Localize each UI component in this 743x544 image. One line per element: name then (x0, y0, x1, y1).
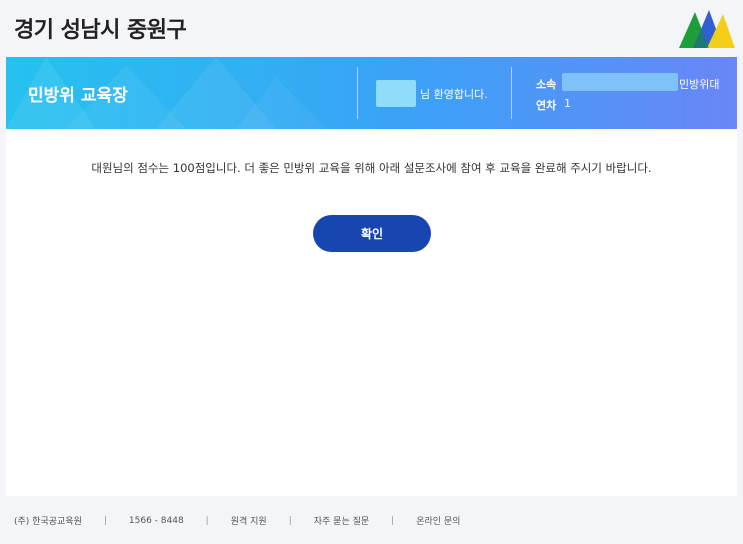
footer-separator: | (288, 515, 292, 526)
org-title: 경기 성남시 중원구 (14, 18, 187, 43)
main-content: 대원님의 점수는 100점입니다. 더 좋은 민방위 교육을 위해 아래 설문조… (6, 129, 737, 496)
affiliation-suffix: 민방위대 (679, 78, 720, 91)
online-inquiry-link[interactable]: 온라인 문의 (416, 514, 460, 527)
page: 경기 성남시 중원구 민방위 교육장 님 환영합니다. 소속 민방위대 연차 1… (0, 0, 743, 544)
welcome-banner: 민방위 교육장 님 환영합니다. 소속 민방위대 연차 1 (6, 57, 737, 129)
banner-divider (511, 67, 512, 119)
footer: (주) 한국공교육원 | 1566 - 8448 | 원격 지원 | 자주 묻는… (0, 496, 743, 544)
footer-separator: | (103, 515, 107, 526)
score-message: 대원님의 점수는 100점입니다. 더 좋은 민방위 교육을 위해 아래 설문조… (91, 161, 652, 175)
banner-title: 민방위 교육장 (28, 86, 128, 106)
year-value: 1 (564, 97, 571, 110)
remote-support-link[interactable]: 원격 지원 (231, 514, 267, 527)
footer-separator: | (391, 515, 395, 526)
logo-icon (679, 10, 735, 48)
footer-company: (주) 한국공교육원 (14, 517, 82, 527)
footer-links: (주) 한국공교육원 | 1566 - 8448 | 원격 지원 | 자주 묻는… (14, 514, 460, 528)
banner-divider (357, 67, 358, 119)
footer-separator: | (205, 515, 209, 526)
affiliation-masked (562, 73, 678, 91)
affiliation-label: 소속 (536, 78, 557, 91)
top-header: 경기 성남시 중원구 (0, 0, 743, 56)
faq-link[interactable]: 자주 묻는 질문 (314, 514, 369, 527)
footer-phone: 1566 - 8448 (128, 515, 184, 526)
confirm-button[interactable]: 확인 (313, 215, 431, 252)
user-name-masked (376, 80, 416, 107)
year-label: 연차 (536, 99, 557, 112)
welcome-text: 님 환영합니다. (420, 88, 488, 101)
